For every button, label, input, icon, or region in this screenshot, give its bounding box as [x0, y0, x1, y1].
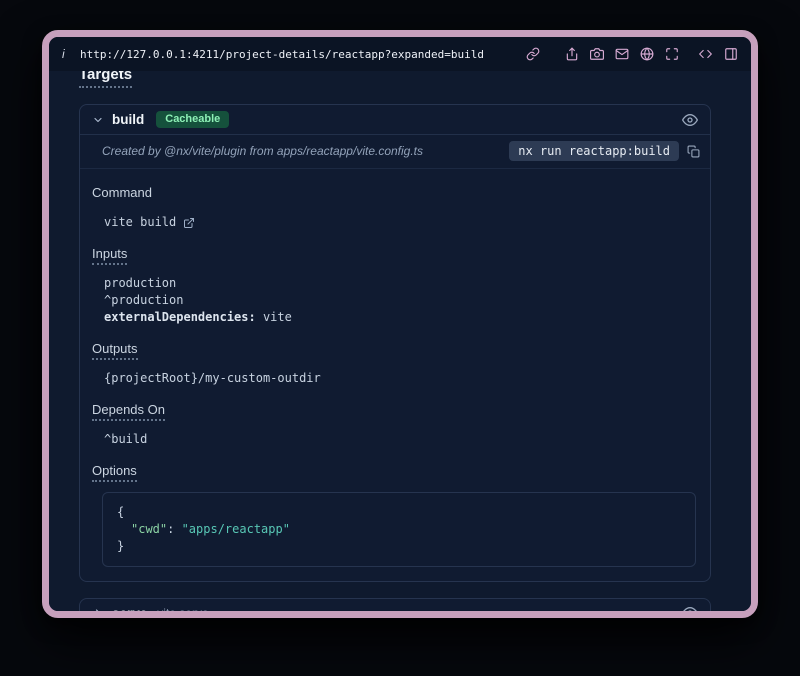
command-row: vite build — [104, 214, 698, 231]
run-command-group: nx run reactapp:build — [509, 141, 700, 161]
run-command-chip[interactable]: nx run reactapp:build — [509, 141, 679, 161]
target-name-build: build — [112, 112, 144, 127]
eye-icon[interactable] — [682, 112, 698, 128]
input-item: externalDependencies: vite — [104, 309, 698, 326]
json-line: { — [117, 504, 681, 521]
chevron-right-icon[interactable] — [92, 607, 104, 611]
json-line: "cwd": "apps/reactapp" — [117, 521, 681, 538]
json-colon: : — [167, 522, 181, 536]
share-icon[interactable] — [565, 47, 579, 61]
command-heading: Command — [92, 185, 152, 204]
targets-heading: Targets — [79, 71, 132, 88]
expand-icon[interactable] — [665, 47, 679, 61]
chevron-down-icon[interactable] — [92, 114, 104, 126]
inputs-heading: Inputs — [92, 246, 127, 265]
target-header-build[interactable]: build Cacheable — [80, 105, 710, 135]
input-item: production — [104, 275, 698, 292]
project-details-content: Targets build Cacheable Created by @nx/v… — [49, 71, 751, 611]
json-brace-open: { — [117, 505, 124, 519]
options-heading: Options — [92, 463, 137, 482]
depends-item: ^build — [104, 431, 698, 448]
options-code-block: { "cwd": "apps/reactapp" } — [102, 492, 696, 567]
target-card-serve: serve vite serve — [79, 598, 711, 611]
outputs-section: Outputs {projectRoot}/my-custom-outdir — [92, 341, 698, 387]
depends-on-section: Depends On ^build — [92, 402, 698, 448]
json-value: "apps/reactapp" — [182, 522, 290, 536]
target-command-preview: vite serve — [157, 606, 208, 611]
target-header-serve[interactable]: serve vite serve — [80, 599, 710, 611]
options-section: Options { "cwd": "apps/reactapp" } — [92, 463, 698, 567]
command-value: vite build — [104, 214, 176, 231]
external-link-icon[interactable] — [183, 217, 195, 229]
mail-icon[interactable] — [615, 47, 629, 61]
globe-icon[interactable] — [640, 47, 654, 61]
inputs-section: Inputs production ^production externalDe… — [92, 246, 698, 326]
copy-icon[interactable] — [687, 145, 700, 158]
panel-icon[interactable] — [724, 47, 738, 61]
input-item: ^production — [104, 292, 698, 309]
target-name-serve: serve — [112, 606, 147, 612]
info-icon: i — [62, 47, 70, 61]
target-subheader-build: Created by @nx/vite/plugin from apps/rea… — [80, 135, 710, 169]
cacheable-badge: Cacheable — [156, 111, 229, 128]
output-item: {projectRoot}/my-custom-outdir — [104, 370, 698, 387]
input-dep-value: vite — [256, 310, 292, 324]
command-section: Command vite build — [92, 185, 698, 231]
outputs-heading: Outputs — [92, 341, 138, 360]
created-by-text: Created by @nx/vite/plugin from apps/rea… — [102, 144, 423, 158]
camera-icon[interactable] — [590, 47, 604, 61]
app-window: i http://127.0.0.1:4211/project-details/… — [42, 30, 758, 618]
target-card-build: build Cacheable Created by @nx/vite/plug… — [79, 104, 711, 582]
eye-icon[interactable] — [682, 605, 698, 611]
titlebar: i http://127.0.0.1:4211/project-details/… — [49, 37, 751, 71]
code-icon[interactable] — [698, 47, 713, 61]
link-icon[interactable] — [526, 47, 540, 61]
titlebar-actions — [526, 47, 738, 61]
input-dep-key: externalDependencies: — [104, 310, 256, 324]
url-text[interactable]: http://127.0.0.1:4211/project-details/re… — [80, 48, 484, 61]
json-brace-close: } — [117, 539, 124, 553]
target-details-build: Command vite build Inputs production ^pr… — [80, 169, 710, 581]
depends-on-heading: Depends On — [92, 402, 165, 421]
json-line: } — [117, 538, 681, 555]
json-key: "cwd" — [131, 522, 167, 536]
